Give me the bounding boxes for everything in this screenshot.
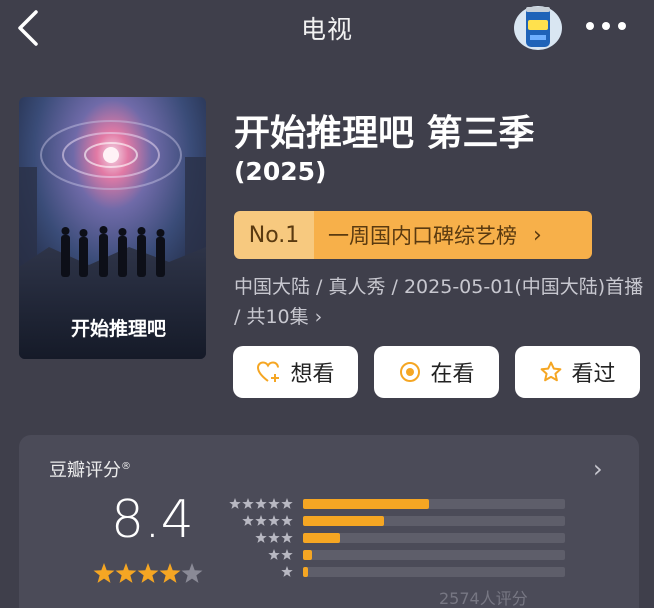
rating-bar-track bbox=[303, 533, 565, 543]
rank-label: 一周国内口碑综艺榜 bbox=[328, 224, 517, 248]
small-star-icon bbox=[242, 515, 254, 526]
registered-mark: ® bbox=[121, 461, 131, 472]
rank-badge[interactable]: No.1 一周国内口碑综艺榜 › bbox=[234, 211, 592, 259]
star-outline-icon bbox=[541, 361, 562, 382]
small-star-icon bbox=[268, 532, 280, 543]
meta-text: 中国大陆 / 真人秀 / 2025-05-01(中国大陆)首播 / 共10集 bbox=[234, 276, 644, 328]
small-star-icon bbox=[255, 515, 267, 526]
star-filled-icon bbox=[137, 563, 159, 583]
small-star-icon bbox=[268, 515, 280, 526]
small-star-icon bbox=[281, 549, 293, 560]
top-bar: 电视 bbox=[0, 0, 654, 56]
rating-title: 豆瓣评分® bbox=[49, 456, 131, 482]
rating-stars bbox=[93, 563, 203, 583]
small-star-icon bbox=[255, 532, 267, 543]
row-stars-icon bbox=[268, 549, 293, 560]
rating-bar-fill bbox=[303, 533, 340, 543]
small-star-icon bbox=[281, 498, 293, 509]
star-filled-icon bbox=[159, 563, 181, 583]
rating-bar-track bbox=[303, 499, 565, 509]
beer-can-icon[interactable] bbox=[512, 2, 564, 50]
heart-plus-icon bbox=[257, 361, 280, 382]
small-star-icon bbox=[268, 498, 280, 509]
watching-label: 在看 bbox=[430, 362, 475, 387]
poster-title: 开始推理吧 bbox=[71, 317, 166, 340]
rating-score: 8.4 bbox=[111, 490, 194, 550]
more-dots-icon bbox=[586, 22, 626, 30]
rating-bar-track bbox=[303, 516, 565, 526]
row-stars-icon bbox=[229, 498, 293, 509]
poster-image[interactable]: 开始推理吧 bbox=[19, 97, 206, 359]
small-star-icon bbox=[281, 566, 293, 577]
want-to-watch-label: 想看 bbox=[290, 362, 335, 387]
target-icon bbox=[400, 362, 421, 382]
rating-bar-fill bbox=[303, 550, 313, 560]
more-button[interactable] bbox=[584, 18, 628, 34]
rating-card[interactable]: 豆瓣评分® › 8.4 2574人评分 bbox=[19, 435, 639, 608]
star-empty-icon bbox=[181, 563, 203, 583]
show-meta[interactable]: 中国大陆 / 真人秀 / 2025-05-01(中国大陆)首播 / 共10集 › bbox=[234, 272, 644, 332]
watched-button[interactable]: 看过 bbox=[515, 346, 640, 398]
rating-bar-fill bbox=[303, 499, 429, 509]
rank-label-area: 一周国内口碑综艺榜 › bbox=[314, 211, 592, 259]
watching-button[interactable]: 在看 bbox=[374, 346, 499, 398]
rating-bar-fill bbox=[303, 567, 309, 577]
small-star-icon bbox=[242, 498, 254, 509]
star-filled-icon bbox=[93, 563, 115, 583]
rating-label: 豆瓣评分 bbox=[49, 460, 121, 481]
row-stars-icon bbox=[281, 566, 293, 577]
show-year: (2025) bbox=[234, 157, 327, 186]
chevron-right-icon: › bbox=[314, 306, 323, 328]
rating-bar-track bbox=[303, 550, 565, 560]
row-stars-icon bbox=[255, 532, 293, 543]
chevron-right-icon[interactable]: › bbox=[593, 455, 603, 483]
small-star-icon bbox=[255, 498, 267, 509]
action-buttons: 想看 在看 看过 bbox=[233, 346, 640, 398]
rating-count: 2574人评分 bbox=[439, 589, 528, 608]
rating-bar-fill bbox=[303, 516, 385, 526]
chevron-right-icon: › bbox=[533, 222, 542, 248]
small-star-icon bbox=[268, 549, 280, 560]
small-star-icon bbox=[281, 532, 293, 543]
star-filled-icon bbox=[115, 563, 137, 583]
row-stars-icon bbox=[242, 515, 293, 526]
small-star-icon bbox=[229, 498, 241, 509]
rank-number: No.1 bbox=[234, 211, 314, 259]
watched-label: 看过 bbox=[571, 362, 616, 387]
want-to-watch-button[interactable]: 想看 bbox=[233, 346, 358, 398]
small-star-icon bbox=[281, 515, 293, 526]
rating-bar-track bbox=[303, 567, 565, 577]
show-title: 开始推理吧 第三季 bbox=[234, 113, 535, 154]
